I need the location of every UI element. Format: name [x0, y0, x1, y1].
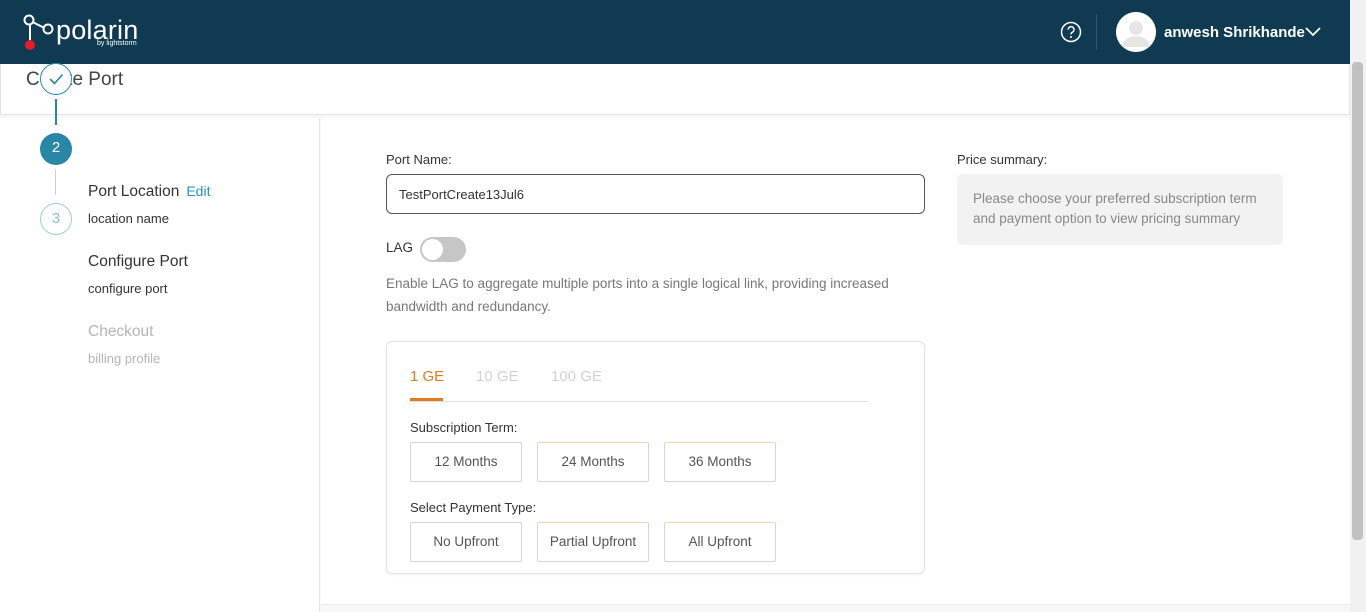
- step-2-title: Configure Port: [88, 253, 188, 270]
- check-icon: [49, 73, 64, 85]
- step-3-subtitle: billing profile: [88, 351, 161, 366]
- step-1-check-indicator: [40, 63, 72, 95]
- step-3-indicator: 3: [40, 203, 72, 235]
- tab-100ge[interactable]: 100 GE: [551, 368, 602, 385]
- term-24-months-button[interactable]: 24 Months: [537, 442, 649, 482]
- top-nav-bar: polarin by lightstorm anwesh Shrikhande: [0, 0, 1350, 64]
- tab-10ge[interactable]: 10 GE: [476, 368, 519, 385]
- lag-toggle-knob: [422, 239, 443, 260]
- edit-location-link[interactable]: Edit: [186, 183, 210, 199]
- price-summary-box: Please choose your preferred subscriptio…: [957, 174, 1283, 245]
- step-1-title: Port Location: [88, 183, 180, 200]
- logo-network-icon: [23, 14, 54, 50]
- step-connector: [55, 99, 57, 125]
- tab-divider: [410, 401, 868, 402]
- logo-tagline: by lightstorm: [97, 40, 137, 47]
- user-avatar-icon: [1116, 12, 1156, 52]
- lag-toggle[interactable]: [420, 237, 466, 262]
- help-icon[interactable]: [1060, 21, 1082, 43]
- step-2-indicator: 2: [40, 133, 72, 165]
- term-12-months-button[interactable]: 12 Months: [410, 442, 522, 482]
- port-name-label: Port Name:: [386, 152, 452, 167]
- page-header: Create Port: [0, 64, 1350, 115]
- partial-upfront-button[interactable]: Partial Upfront: [537, 522, 649, 562]
- lag-label: LAG: [386, 240, 414, 255]
- header-divider: [1096, 14, 1097, 50]
- price-summary-title: Price summary:: [957, 152, 1048, 167]
- polarin-logo[interactable]: polarin by lightstorm: [22, 12, 152, 54]
- all-upfront-button[interactable]: All Upfront: [664, 522, 776, 562]
- user-name[interactable]: anwesh Shrikhande: [1164, 24, 1305, 41]
- step-connector: [55, 169, 56, 195]
- step-2-subtitle: configure port: [88, 281, 168, 296]
- no-upfront-button[interactable]: No Upfront: [410, 522, 522, 562]
- active-tab-indicator: [410, 398, 443, 401]
- lag-description: Enable LAG to aggregate multiple ports i…: [386, 276, 889, 314]
- user-avatar[interactable]: [1116, 12, 1156, 52]
- step-1-subtitle: location name: [88, 211, 169, 226]
- footer-edge: [321, 604, 1350, 612]
- step-1-title-row: Port Location Edit: [88, 183, 210, 201]
- page-scrollbar-thumb[interactable]: [1352, 62, 1363, 540]
- term-36-months-button[interactable]: 36 Months: [664, 442, 776, 482]
- chevron-down-icon[interactable]: [1304, 24, 1322, 38]
- port-name-input[interactable]: [386, 174, 925, 214]
- subscription-term-label: Subscription Term:: [410, 420, 518, 435]
- step-3-title: Checkout: [88, 323, 154, 340]
- tab-1ge[interactable]: 1 GE: [410, 368, 444, 385]
- payment-type-label: Select Payment Type:: [410, 500, 537, 515]
